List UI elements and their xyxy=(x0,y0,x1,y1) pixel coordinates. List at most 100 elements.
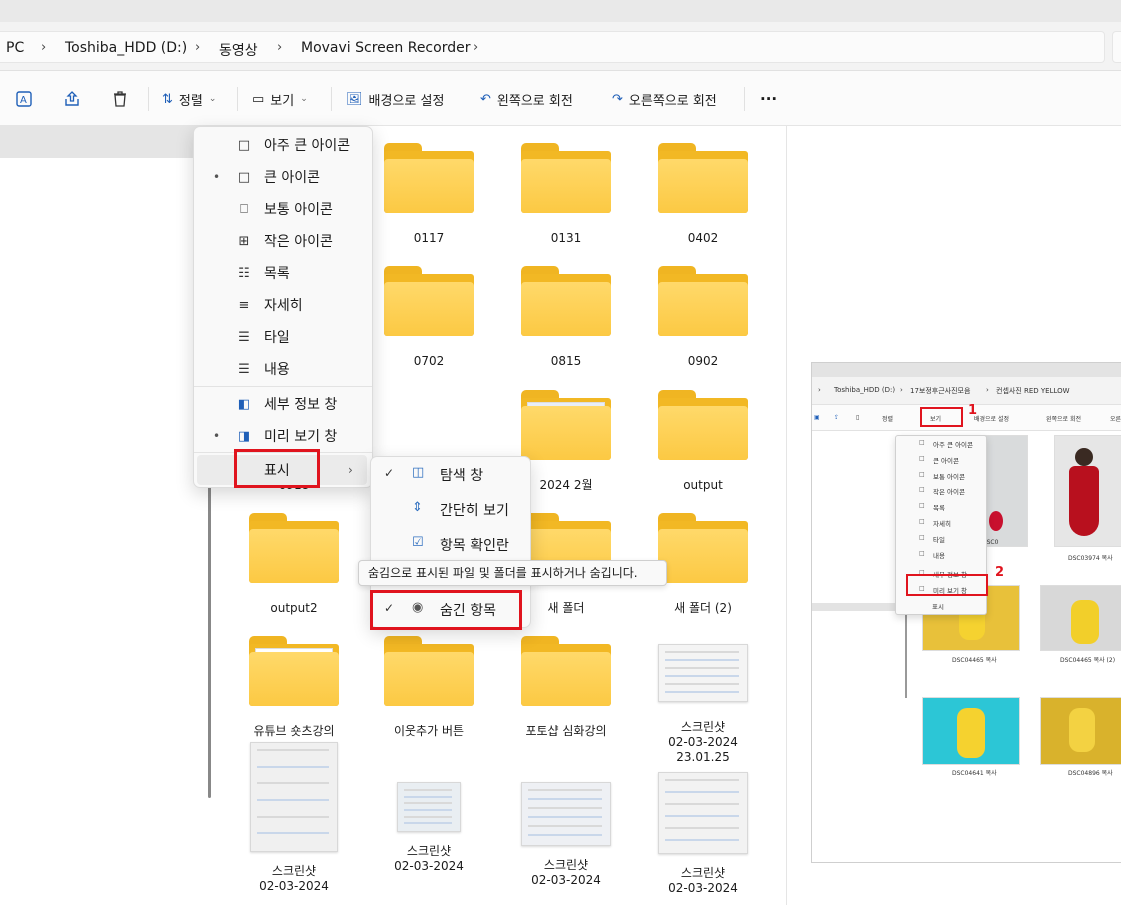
breadcrumb-chevron-icon[interactable]: › xyxy=(41,40,46,55)
breadcrumb-item-drive[interactable]: Toshiba_HDD (D:) xyxy=(65,40,187,56)
rotate-left-button[interactable]: ↶ 왼쪽으로 회전 xyxy=(480,87,573,111)
view-option-icon: ≡ xyxy=(238,297,250,313)
folder-item[interactable]: 0402 xyxy=(639,143,767,246)
image-file-item[interactable]: 스크린샷 02-03-2024 xyxy=(639,772,767,896)
folder-front xyxy=(384,282,474,336)
breadcrumb-chevron-icon[interactable]: › xyxy=(277,40,282,55)
view-option-icon: ⎕ xyxy=(240,201,248,217)
view-button[interactable]: ▭ 보기 ⌄ xyxy=(252,87,308,111)
view-menu-item-label: 내용 xyxy=(264,362,290,378)
file-name: 스크린샷 xyxy=(543,858,589,872)
rename-icon[interactable]: A xyxy=(14,89,34,109)
image-file-item[interactable]: 스크린샷 02-03-2024 xyxy=(365,782,493,874)
inset-caption: DSC04465 복사 xyxy=(952,657,997,664)
search-box[interactable] xyxy=(1112,31,1121,63)
inset-highlight-preview-pane xyxy=(906,574,988,596)
title-strip xyxy=(0,0,1121,22)
folder-icon xyxy=(249,513,339,583)
set-wallpaper-button[interactable]: 🖼 배경으로 설정 xyxy=(346,87,444,111)
scrollbar[interactable] xyxy=(208,480,211,798)
delete-icon[interactable] xyxy=(110,89,130,109)
show-submenu-item-label: 탐색 창 xyxy=(440,468,484,484)
share-icon[interactable] xyxy=(62,89,82,109)
file-explorer-window: PC › Toshiba_HDD (D:) › 동영상 › Movavi Scr… xyxy=(0,0,1121,905)
view-menu-item[interactable]: ⎕ 보통 아이콘 xyxy=(197,194,367,224)
image-file-item[interactable]: 스크린샷 02-03-2024 xyxy=(230,742,358,894)
sort-button[interactable]: ⇅ 정렬 ⌄ xyxy=(162,87,216,111)
folder-item[interactable]: 0117 xyxy=(365,143,493,246)
image-file-item[interactable]: 스크린샷 02-03-2024 23.01.25 xyxy=(639,636,767,765)
show-submenu-item[interactable]: ⇕ 간단히 보기 xyxy=(374,493,526,525)
folder-item[interactable]: 유튜브 숏츠강의 xyxy=(230,636,358,739)
breadcrumb-item-movavi[interactable]: Movavi Screen Recorder xyxy=(301,40,470,56)
wallpaper-label: 배경으로 설정 xyxy=(368,93,445,109)
thumbnail-line xyxy=(665,691,739,693)
more-options-button[interactable]: ··· xyxy=(760,87,777,111)
breadcrumb-chevron-icon[interactable]: › xyxy=(473,40,478,55)
view-menu-item[interactable]: ⊞ 작은 아이콘 xyxy=(197,226,367,256)
show-submenu-item[interactable]: ☑ 항목 확인란 xyxy=(374,528,526,560)
thumbnail-line xyxy=(665,659,739,661)
thumbnail-line xyxy=(257,749,329,751)
view-menu-item[interactable]: □ 아주 큰 아이콘 xyxy=(197,130,367,160)
navigation-pane[interactable] xyxy=(0,126,203,905)
show-option-icon: ☑ xyxy=(412,535,424,550)
breadcrumb-chevron-icon[interactable]: › xyxy=(195,40,200,55)
file-date: 02-03-2024 xyxy=(668,735,738,749)
folder-item[interactable]: 이웃추가 버튼 xyxy=(365,636,493,739)
breadcrumb-item-videos[interactable]: 동영상 xyxy=(219,40,258,60)
thumbnail-line xyxy=(665,827,739,829)
toolbar-separator xyxy=(744,87,745,111)
thumbnail-line xyxy=(528,789,602,791)
view-menu-item-label: 자세히 xyxy=(264,298,303,314)
folder-item[interactable]: 포토샵 심화강의 xyxy=(502,636,630,739)
folder-icon xyxy=(658,143,748,213)
folder-item[interactable]: 0902 xyxy=(639,266,767,369)
breadcrumb-item-pc[interactable]: PC xyxy=(6,40,24,56)
view-menu-item[interactable]: ≡ 자세히 xyxy=(197,290,367,320)
wallpaper-icon: 🖼 xyxy=(346,91,363,107)
view-menu-item[interactable]: ☰ 내용 xyxy=(197,354,367,384)
thumbnail-line xyxy=(257,815,329,818)
view-menu-item[interactable]: ☷ 목록 xyxy=(197,258,367,288)
thumbnail-line xyxy=(665,651,739,653)
folder-item[interactable]: 0131 xyxy=(502,143,630,246)
inset-menu-item: 아주 큰 아이콘 xyxy=(933,441,974,449)
inset-share-icon: ⇪ xyxy=(834,414,840,421)
folder-item[interactable]: output xyxy=(639,390,767,493)
navigation-selected-row[interactable] xyxy=(0,126,216,158)
file-name: 0702 xyxy=(413,354,445,368)
file-name: 스크린샷 xyxy=(680,866,726,880)
view-menu-item-label: 보통 아이콘 xyxy=(264,202,333,218)
folder-front xyxy=(249,652,339,706)
file-name: 0117 xyxy=(413,231,445,245)
check-icon: ✓ xyxy=(384,466,395,480)
thumbnail-line xyxy=(404,795,452,798)
view-menu-item[interactable]: • ◨ 미리 보기 창 xyxy=(197,421,367,451)
folder-item[interactable]: 0815 xyxy=(502,266,630,369)
view-menu-item[interactable]: ◧ 세부 정보 창 xyxy=(197,389,367,419)
folder-item[interactable]: 0702 xyxy=(365,266,493,369)
thumbnail-line xyxy=(257,782,329,785)
image-file-item[interactable]: 스크린샷 02-03-2024 xyxy=(502,782,630,888)
sort-icon: ⇅ xyxy=(162,91,173,107)
folder-item[interactable]: output2 xyxy=(230,513,358,616)
thumbnail-line xyxy=(404,809,452,811)
sort-label: 정렬 xyxy=(178,93,203,109)
folder-front xyxy=(384,159,474,213)
inset-chevron-icon: › xyxy=(818,386,821,394)
rotate-right-button[interactable]: ↷ 오른쪽으로 회전 xyxy=(612,87,717,111)
view-menu-item[interactable]: • □ 큰 아이콘 xyxy=(197,162,367,192)
view-option-icon: ◧ xyxy=(237,396,251,412)
view-icon: ▭ xyxy=(252,91,265,107)
chevron-down-icon: ⌄ xyxy=(300,94,308,104)
inset-caption: DSC03974 복사 xyxy=(1068,555,1113,562)
folder-icon xyxy=(521,143,611,213)
show-submenu-item[interactable]: ✓ ◫ 탐색 창 xyxy=(374,458,526,490)
screenshot-thumbnail xyxy=(250,742,338,852)
view-option-icon: □ xyxy=(237,169,251,185)
file-name: 스크린샷 xyxy=(271,864,317,878)
preview-pane-divider[interactable] xyxy=(786,126,787,905)
file-name: 0815 xyxy=(550,354,582,368)
view-menu-item[interactable]: ☰ 타일 xyxy=(197,322,367,352)
